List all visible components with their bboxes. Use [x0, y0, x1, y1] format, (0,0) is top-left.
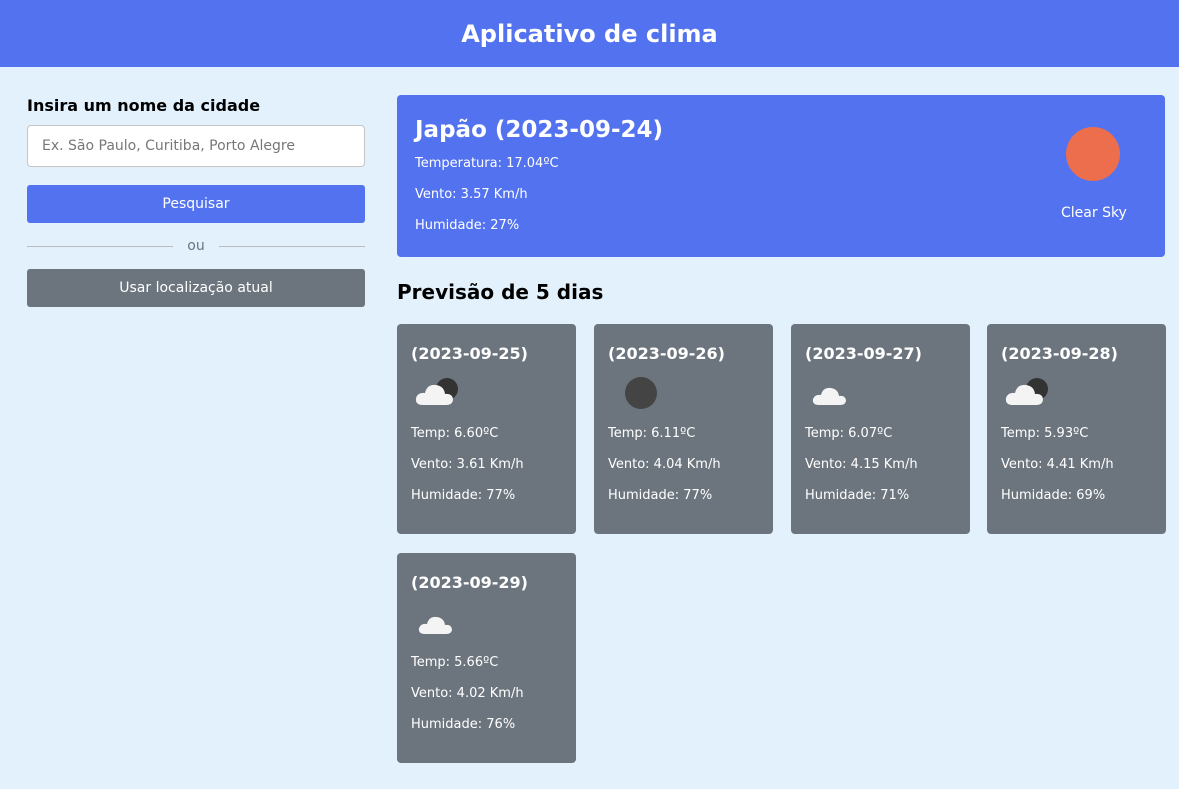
separator: ou [27, 223, 366, 269]
current-city-title: Japão (2023-09-24) [415, 117, 664, 143]
forecast-card: (2023-09-27) Temp: 6.07ºC Vento: 4.15 Km… [791, 324, 970, 534]
forecast-wind: Vento: 4.15 Km/h [805, 457, 918, 472]
forecast-humidity: Humidade: 76% [411, 717, 516, 732]
forecast-card: (2023-09-25) Temp: 6.60ºC Vento: 3.61 Km… [397, 324, 576, 534]
current-wind: Vento: 3.57 Km/h [415, 187, 528, 202]
forecast-humidity: Humidade: 71% [805, 488, 910, 503]
forecast-wind: Vento: 4.41 Km/h [1001, 457, 1114, 472]
separator-line [27, 245, 174, 247]
forecast-wind: Vento: 3.61 Km/h [411, 457, 524, 472]
forecast-date: (2023-09-28) [1001, 344, 1118, 363]
forecast-humidity: Humidade: 77% [411, 488, 516, 503]
separator-text: ou [187, 238, 205, 254]
use-location-button[interactable]: Usar localização atual [27, 269, 365, 307]
forecast-humidity: Humidade: 77% [608, 488, 713, 503]
forecast-card: (2023-09-26) Temp: 6.11ºC Vento: 4.04 Km… [594, 324, 773, 534]
forecast-card: (2023-09-29) Temp: 5.66ºC Vento: 4.02 Km… [397, 553, 576, 763]
cloud-icon [415, 592, 562, 652]
forecast-temp: Temp: 6.07ºC [805, 426, 893, 441]
forecast-date: (2023-09-25) [411, 344, 528, 363]
forecast-temp: Temp: 5.66ºC [411, 655, 499, 670]
forecast-wind: Vento: 4.04 Km/h [608, 457, 721, 472]
search-button[interactable]: Pesquisar [27, 185, 365, 223]
forecast-humidity: Humidade: 69% [1001, 488, 1106, 503]
current-temperature: Temperatura: 17.04ºC [415, 156, 559, 171]
moon-icon [612, 363, 759, 423]
city-input[interactable] [27, 125, 365, 167]
current-weather-details: Japão (2023-09-24) Temperatura: 17.04ºC … [415, 117, 663, 246]
current-weather-icon-wrap: Clear Sky [1061, 127, 1127, 221]
forecast-card: (2023-09-28) Temp: 5.93ºC Vento: 4.41 Km… [987, 324, 1166, 534]
forecast-date: (2023-09-29) [411, 573, 528, 592]
forecast-wind: Vento: 4.02 Km/h [411, 686, 524, 701]
forecast-temp: Temp: 5.93ºC [1001, 426, 1089, 441]
forecast-date: (2023-09-27) [805, 344, 922, 363]
current-weather-description: Clear Sky [1061, 205, 1127, 221]
forecast-date: (2023-09-26) [608, 344, 725, 363]
cloud-icon [809, 363, 956, 423]
cloud-night-icon [1005, 363, 1152, 423]
current-weather-card: Japão (2023-09-24) Temperatura: 17.04ºC … [397, 95, 1165, 257]
forecast-temp: Temp: 6.60ºC [411, 426, 499, 441]
search-panel: Insira um nome da cidade Pesquisar ou Us… [27, 96, 366, 307]
cloud-night-icon [415, 363, 562, 423]
app-header: Aplicativo de clima [0, 0, 1179, 67]
current-humidity: Humidade: 27% [415, 218, 520, 233]
app-title: Aplicativo de clima [461, 19, 718, 48]
forecast-title: Previsão de 5 dias [397, 280, 604, 304]
sun-icon [1066, 127, 1120, 181]
city-label: Insira um nome da cidade [27, 96, 261, 115]
separator-line [218, 245, 366, 247]
forecast-temp: Temp: 6.11ºC [608, 426, 696, 441]
